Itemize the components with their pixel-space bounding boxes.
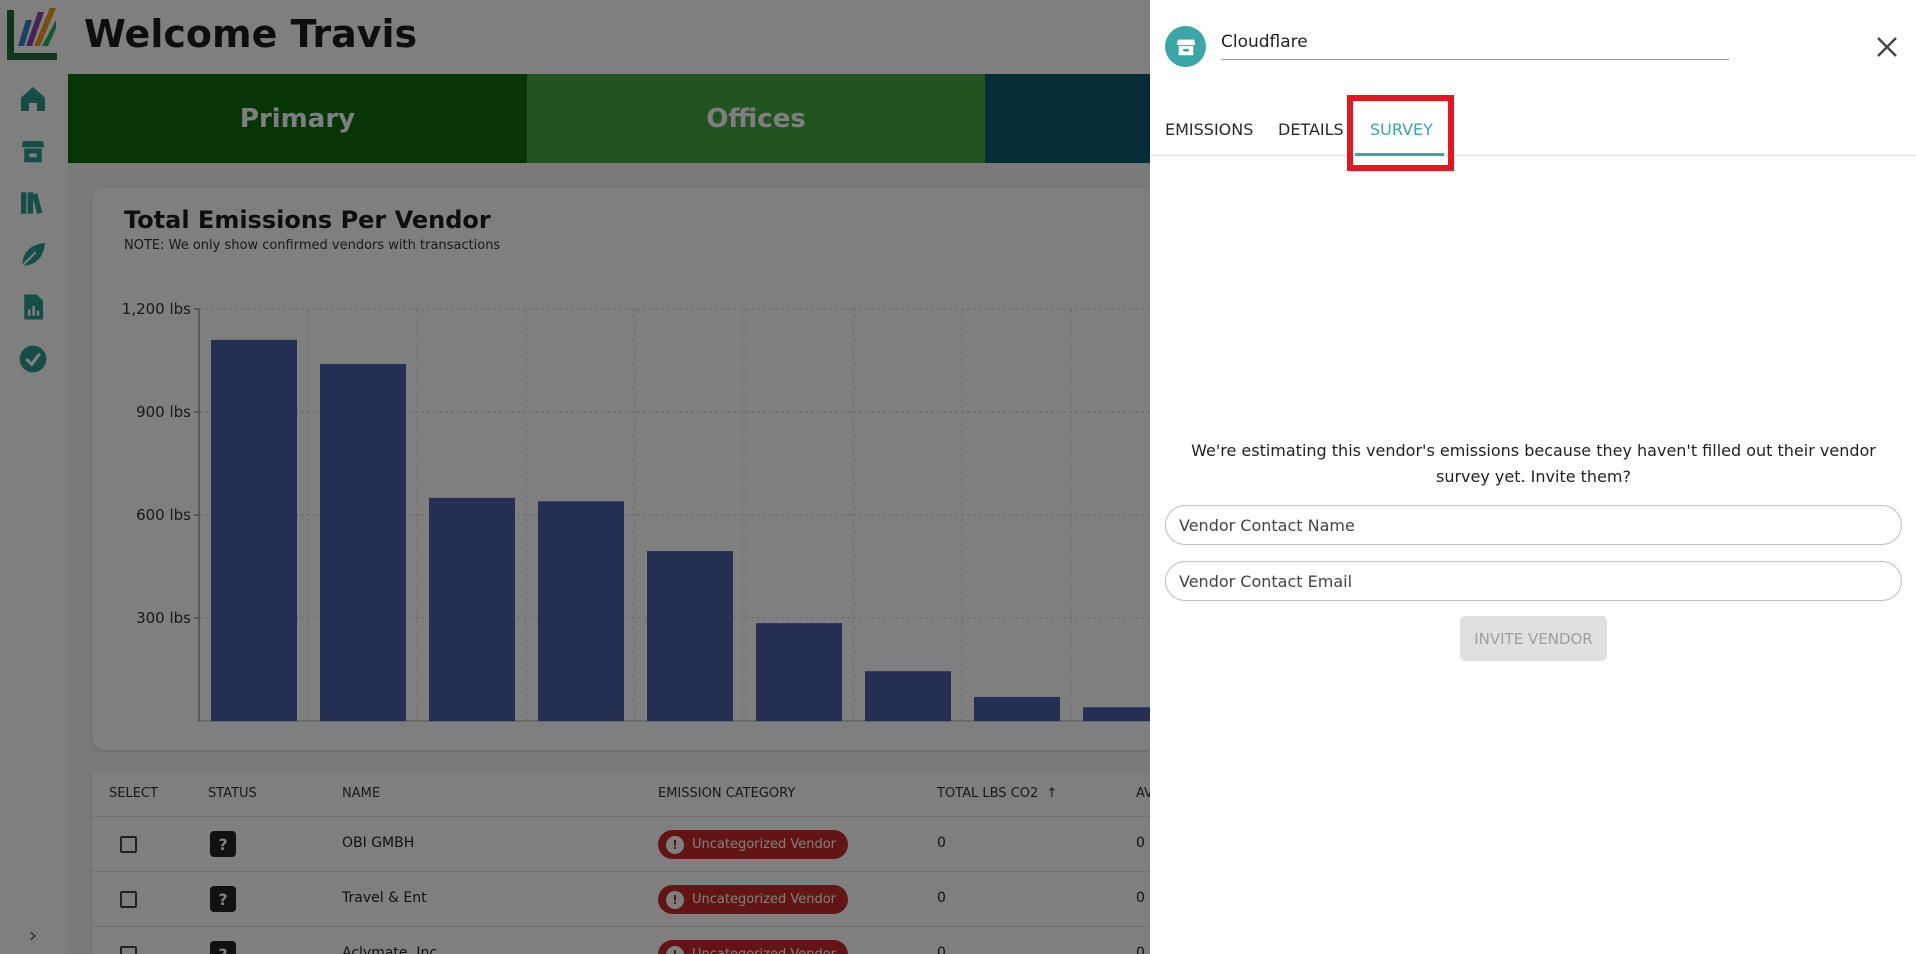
vendor-contact-email-input[interactable] bbox=[1165, 561, 1902, 601]
highlight-annotation bbox=[1347, 95, 1454, 171]
invite-vendor-button[interactable]: INVITE VENDOR bbox=[1460, 616, 1607, 661]
vendor-drawer: Cloudflare EMISSIONS DETAILS SURVEY We'r… bbox=[1150, 0, 1916, 954]
tab-details[interactable]: DETAILS bbox=[1278, 120, 1344, 139]
modal-backdrop[interactable] bbox=[0, 0, 1150, 954]
vendor-name-field[interactable]: Cloudflare bbox=[1221, 28, 1729, 60]
vendor-contact-name-input[interactable] bbox=[1165, 505, 1902, 545]
close-icon[interactable] bbox=[1872, 32, 1902, 62]
drawer-tabs: EMISSIONS DETAILS SURVEY bbox=[1150, 108, 1916, 156]
survey-message: We're estimating this vendor's emissions… bbox=[1191, 441, 1876, 486]
vendor-name: Cloudflare bbox=[1221, 32, 1308, 52]
tab-emissions[interactable]: EMISSIONS bbox=[1165, 120, 1253, 139]
store-icon bbox=[1165, 26, 1206, 67]
